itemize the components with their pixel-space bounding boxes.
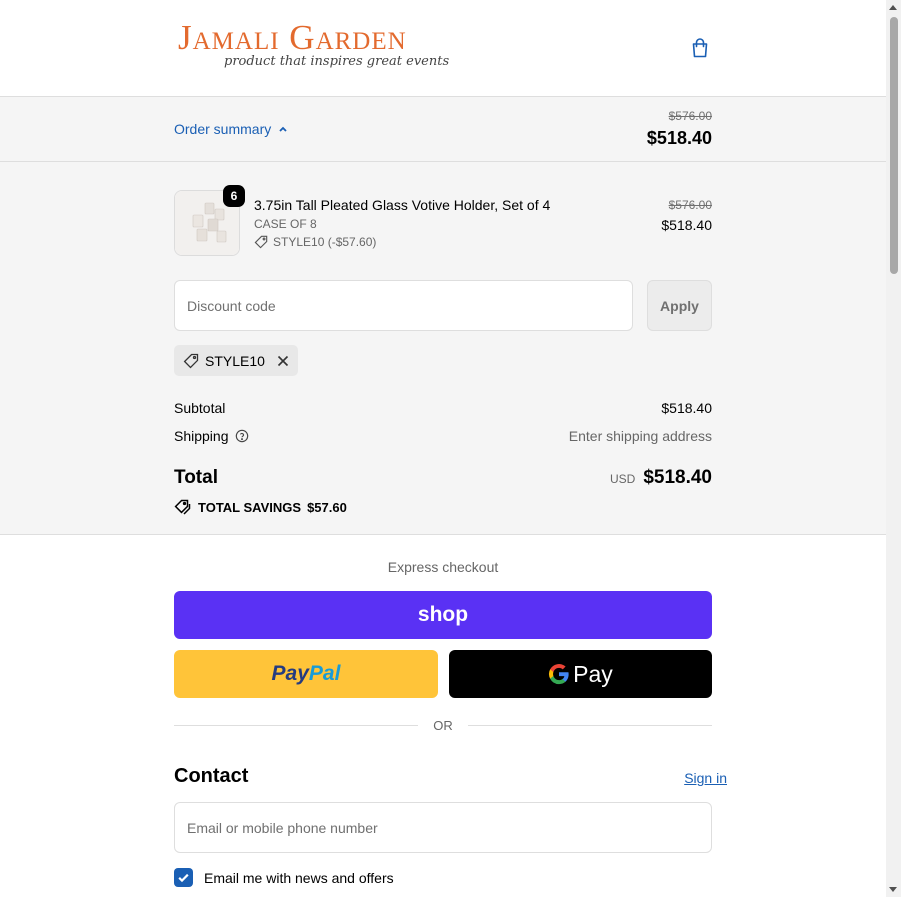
product-discount: STYLE10 (-$57.60) <box>254 235 376 249</box>
savings-label: TOTAL SAVINGS <box>198 499 302 515</box>
newsletter-option: Email me with news and offers <box>174 868 394 887</box>
product-price: $518.40 <box>661 217 712 233</box>
brand-logo[interactable]: Jamali Garden product that inspires grea… <box>178 18 478 78</box>
product-discount-label: STYLE10 (-$57.60) <box>273 235 377 249</box>
scroll-up-arrow-icon[interactable] <box>889 5 897 10</box>
quantity-badge: 6 <box>223 185 245 207</box>
logo-wordmark: Jamali Garden <box>178 18 407 57</box>
applied-discount-code: STYLE10 <box>205 352 265 369</box>
checkmark-icon <box>178 873 189 883</box>
contact-heading: Contact <box>174 765 249 787</box>
google-pay-button[interactable]: Pay <box>449 650 712 698</box>
product-original-price: $576.00 <box>668 198 712 212</box>
remove-discount-icon[interactable] <box>277 355 289 367</box>
savings-tag-icon <box>174 499 191 515</box>
google-g-icon <box>549 664 569 685</box>
savings-value: $57.60 <box>307 499 347 515</box>
product-variant: CASE OF 8 <box>254 217 317 231</box>
subtotal-label: Subtotal <box>174 400 226 416</box>
total-savings: TOTAL SAVINGS $57.60 <box>174 499 347 515</box>
shop-pay-label: shop <box>417 603 469 626</box>
help-circle-icon[interactable] <box>235 429 249 443</box>
tag-icon <box>183 353 199 368</box>
order-summary-panel: 6 3.75in Tall Pleated Glass Votive Holde… <box>0 162 886 535</box>
apply-discount-button[interactable]: Apply <box>647 280 712 331</box>
total-value: USD $518.40 <box>610 467 712 489</box>
site-header: Jamali Garden product that inspires grea… <box>0 0 886 97</box>
or-divider: OR <box>174 716 712 736</box>
chevron-up-icon <box>279 126 287 132</box>
scroll-down-arrow-icon[interactable] <box>889 887 897 892</box>
page-scrollbar[interactable] <box>886 0 901 897</box>
summary-total: $518.40 <box>646 128 712 148</box>
email-or-phone-input[interactable] <box>174 802 712 853</box>
or-label: OR <box>433 718 453 733</box>
shop-pay-button[interactable]: shop <box>174 591 712 639</box>
google-pay-label: Pay <box>573 660 613 687</box>
sign-in-link[interactable]: Sign in <box>684 770 727 786</box>
paypal-label-part1: Pay <box>271 662 309 685</box>
total-amount: $518.40 <box>643 467 712 488</box>
paypal-label-part2: Pal <box>308 662 341 685</box>
summary-original-total: $576.00 <box>668 109 712 123</box>
applied-discount-chip: STYLE10 <box>174 345 298 376</box>
discount-code-input[interactable] <box>174 280 633 331</box>
shipping-row-label: Shipping <box>174 428 249 444</box>
order-summary-label: Order summary <box>174 121 272 137</box>
newsletter-checkbox[interactable] <box>174 868 193 887</box>
order-summary-bar: Order summary $576.00 $518.40 <box>0 97 886 162</box>
shipping-label: Shipping <box>174 428 229 444</box>
total-currency: USD <box>609 472 636 486</box>
paypal-button[interactable]: Pay Pal <box>174 650 438 698</box>
logo-tagline: product that inspires great events <box>224 54 450 69</box>
scrollbar-thumb[interactable] <box>890 17 898 274</box>
newsletter-label: Email me with news and offers <box>204 869 394 886</box>
subtotal-value: $518.40 <box>661 400 712 416</box>
order-summary-toggle[interactable]: Order summary <box>174 121 289 137</box>
express-checkout-title: Express checkout <box>387 559 499 575</box>
shipping-value: Enter shipping address <box>568 428 712 444</box>
total-label: Total <box>174 467 218 488</box>
tag-icon <box>254 235 268 249</box>
shopping-bag-icon[interactable] <box>688 36 712 60</box>
product-name: 3.75in Tall Pleated Glass Votive Holder,… <box>254 197 551 213</box>
